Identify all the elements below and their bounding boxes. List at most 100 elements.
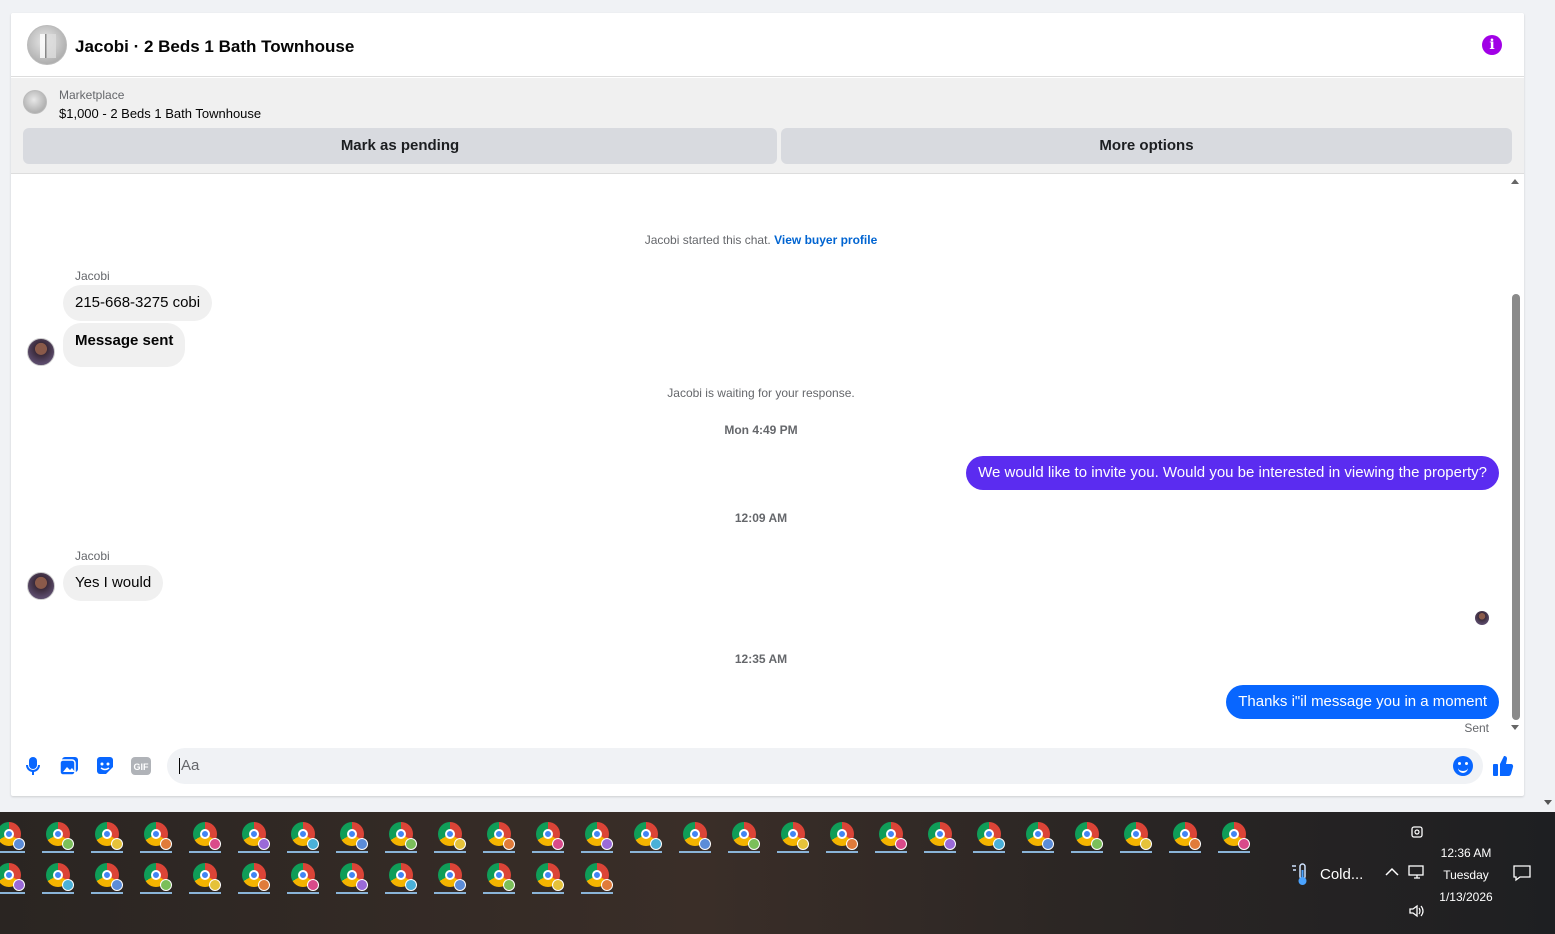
chrome-icon (928, 822, 956, 850)
chrome-taskbar-icon[interactable] (529, 815, 567, 853)
message-input[interactable]: Aa (167, 748, 1483, 784)
chrome-taskbar-icon[interactable] (137, 815, 175, 853)
chrome-taskbar-icon[interactable] (676, 815, 714, 853)
photo-icon[interactable] (59, 756, 79, 776)
profile-badge-icon (307, 879, 319, 891)
profile-badge-icon (650, 838, 662, 850)
profile-badge-icon (356, 838, 368, 850)
chrome-icon (1222, 822, 1250, 850)
listing-thumbnail[interactable] (23, 90, 47, 114)
gif-icon[interactable]: GIF (131, 756, 151, 776)
system-clock[interactable]: 12:36 AM Tuesday 1/13/2026 (1426, 842, 1506, 908)
profile-badge-icon (601, 879, 613, 891)
chrome-taskbar-icon[interactable] (0, 815, 28, 853)
chrome-taskbar-icon[interactable] (1215, 815, 1253, 853)
chrome-icon (144, 863, 172, 891)
chrome-icon (340, 822, 368, 850)
profile-badge-icon (993, 838, 1005, 850)
profile-badge-icon (1091, 838, 1103, 850)
sender-avatar[interactable] (27, 572, 55, 600)
chrome-taskbar-icon[interactable] (627, 815, 665, 853)
chrome-taskbar-icon[interactable] (1166, 815, 1204, 853)
chrome-icon (193, 863, 221, 891)
chrome-taskbar-icon[interactable] (529, 856, 567, 894)
chrome-taskbar-icon[interactable] (284, 815, 322, 853)
chrome-taskbar-icon[interactable] (970, 815, 1008, 853)
mark-as-pending-button[interactable]: Mark as pending (23, 128, 777, 164)
chrome-taskbar-icon[interactable] (186, 856, 224, 894)
thumbs-up-icon[interactable] (1492, 755, 1514, 777)
info-icon[interactable]: i (1482, 35, 1502, 55)
message-bubble-outgoing[interactable]: We would like to invite you. Would you b… (966, 456, 1499, 490)
more-options-button[interactable]: More options (781, 128, 1512, 164)
chrome-taskbar-icon[interactable] (431, 856, 469, 894)
chrome-taskbar-icon[interactable] (431, 815, 469, 853)
chrome-taskbar-icon[interactable] (1068, 815, 1106, 853)
chrome-taskbar-icon[interactable] (1019, 815, 1057, 853)
page-scroll-down-arrow[interactable] (1544, 800, 1552, 805)
chrome-taskbar-icon[interactable] (774, 815, 812, 853)
profile-badge-icon (944, 838, 956, 850)
chrome-taskbar-icon[interactable] (1117, 815, 1155, 853)
chrome-taskbar-icon[interactable] (480, 856, 518, 894)
sticker-icon[interactable] (95, 756, 115, 776)
chrome-taskbar-icon[interactable] (137, 856, 175, 894)
sender-name: Jacobi (75, 269, 110, 283)
profile-badge-icon (111, 838, 123, 850)
emoji-icon[interactable] (1453, 756, 1473, 776)
message-bubble-incoming[interactable]: Yes I would (63, 565, 164, 601)
message-bubble-outgoing[interactable]: Thanks i"il message you in a moment (1226, 685, 1499, 719)
message-bubble-incoming[interactable]: Message sent (63, 323, 186, 367)
chrome-taskbar-icon[interactable] (725, 815, 763, 853)
profile-badge-icon (13, 838, 25, 850)
network-icon[interactable] (1408, 865, 1426, 882)
notifications-icon[interactable] (1512, 864, 1532, 885)
scroll-down-arrow[interactable] (1511, 725, 1519, 730)
chrome-taskbar-icon[interactable] (382, 856, 420, 894)
running-indicator (434, 892, 466, 894)
chrome-taskbar-icon[interactable] (578, 856, 616, 894)
composer: GIF Aa (11, 748, 1524, 784)
message-status: Sent (1464, 721, 1489, 735)
listing-avatar[interactable] (27, 25, 67, 65)
chat-scrollbar[interactable] (1512, 181, 1520, 731)
chrome-taskbar-icon[interactable] (578, 815, 616, 853)
profile-badge-icon (62, 838, 74, 850)
chrome-taskbar-icon[interactable] (333, 856, 371, 894)
chrome-taskbar-icon[interactable] (823, 815, 861, 853)
meet-now-icon[interactable] (1410, 824, 1424, 843)
chrome-taskbar-icon[interactable] (235, 856, 273, 894)
chrome-taskbar-icon[interactable] (88, 815, 126, 853)
profile-badge-icon (503, 838, 515, 850)
chrome-taskbar-icon[interactable] (872, 815, 910, 853)
message-bubble-incoming[interactable]: 215-668-3275 cobi (63, 285, 213, 321)
chrome-taskbar-icon[interactable] (480, 815, 518, 853)
chrome-icon (487, 822, 515, 850)
chevron-up-icon[interactable] (1385, 866, 1399, 880)
chrome-taskbar-icon[interactable] (333, 815, 371, 853)
chrome-taskbar-icon[interactable] (39, 815, 77, 853)
listing-name[interactable]: $1,000 - 2 Beds 1 Bath Townhouse (59, 106, 261, 121)
chrome-taskbar-icon[interactable] (382, 815, 420, 853)
weather-widget[interactable]: Cold... (1290, 862, 1363, 886)
running-indicator (140, 851, 172, 853)
chrome-taskbar-icon[interactable] (39, 856, 77, 894)
chrome-taskbar-icon[interactable] (921, 815, 959, 853)
chrome-taskbar-icon[interactable] (0, 856, 28, 894)
conversation-title[interactable]: Jacobi · 2 Beds 1 Bath Townhouse (75, 37, 354, 57)
chrome-taskbar-icon[interactable] (186, 815, 224, 853)
volume-icon[interactable] (1408, 903, 1426, 922)
chrome-taskbar-icon[interactable] (235, 815, 273, 853)
running-indicator (189, 892, 221, 894)
chrome-icon (46, 863, 74, 891)
view-buyer-profile-link[interactable]: View buyer profile (774, 233, 877, 247)
weather-text: Cold... (1320, 865, 1364, 883)
profile-badge-icon (503, 879, 515, 891)
chrome-icon (585, 863, 613, 891)
scrollbar-thumb[interactable] (1512, 294, 1520, 720)
microphone-icon[interactable] (23, 756, 43, 776)
profile-badge-icon (405, 838, 417, 850)
chrome-taskbar-icon[interactable] (284, 856, 322, 894)
sender-avatar[interactable] (27, 338, 55, 366)
chrome-taskbar-icon[interactable] (88, 856, 126, 894)
